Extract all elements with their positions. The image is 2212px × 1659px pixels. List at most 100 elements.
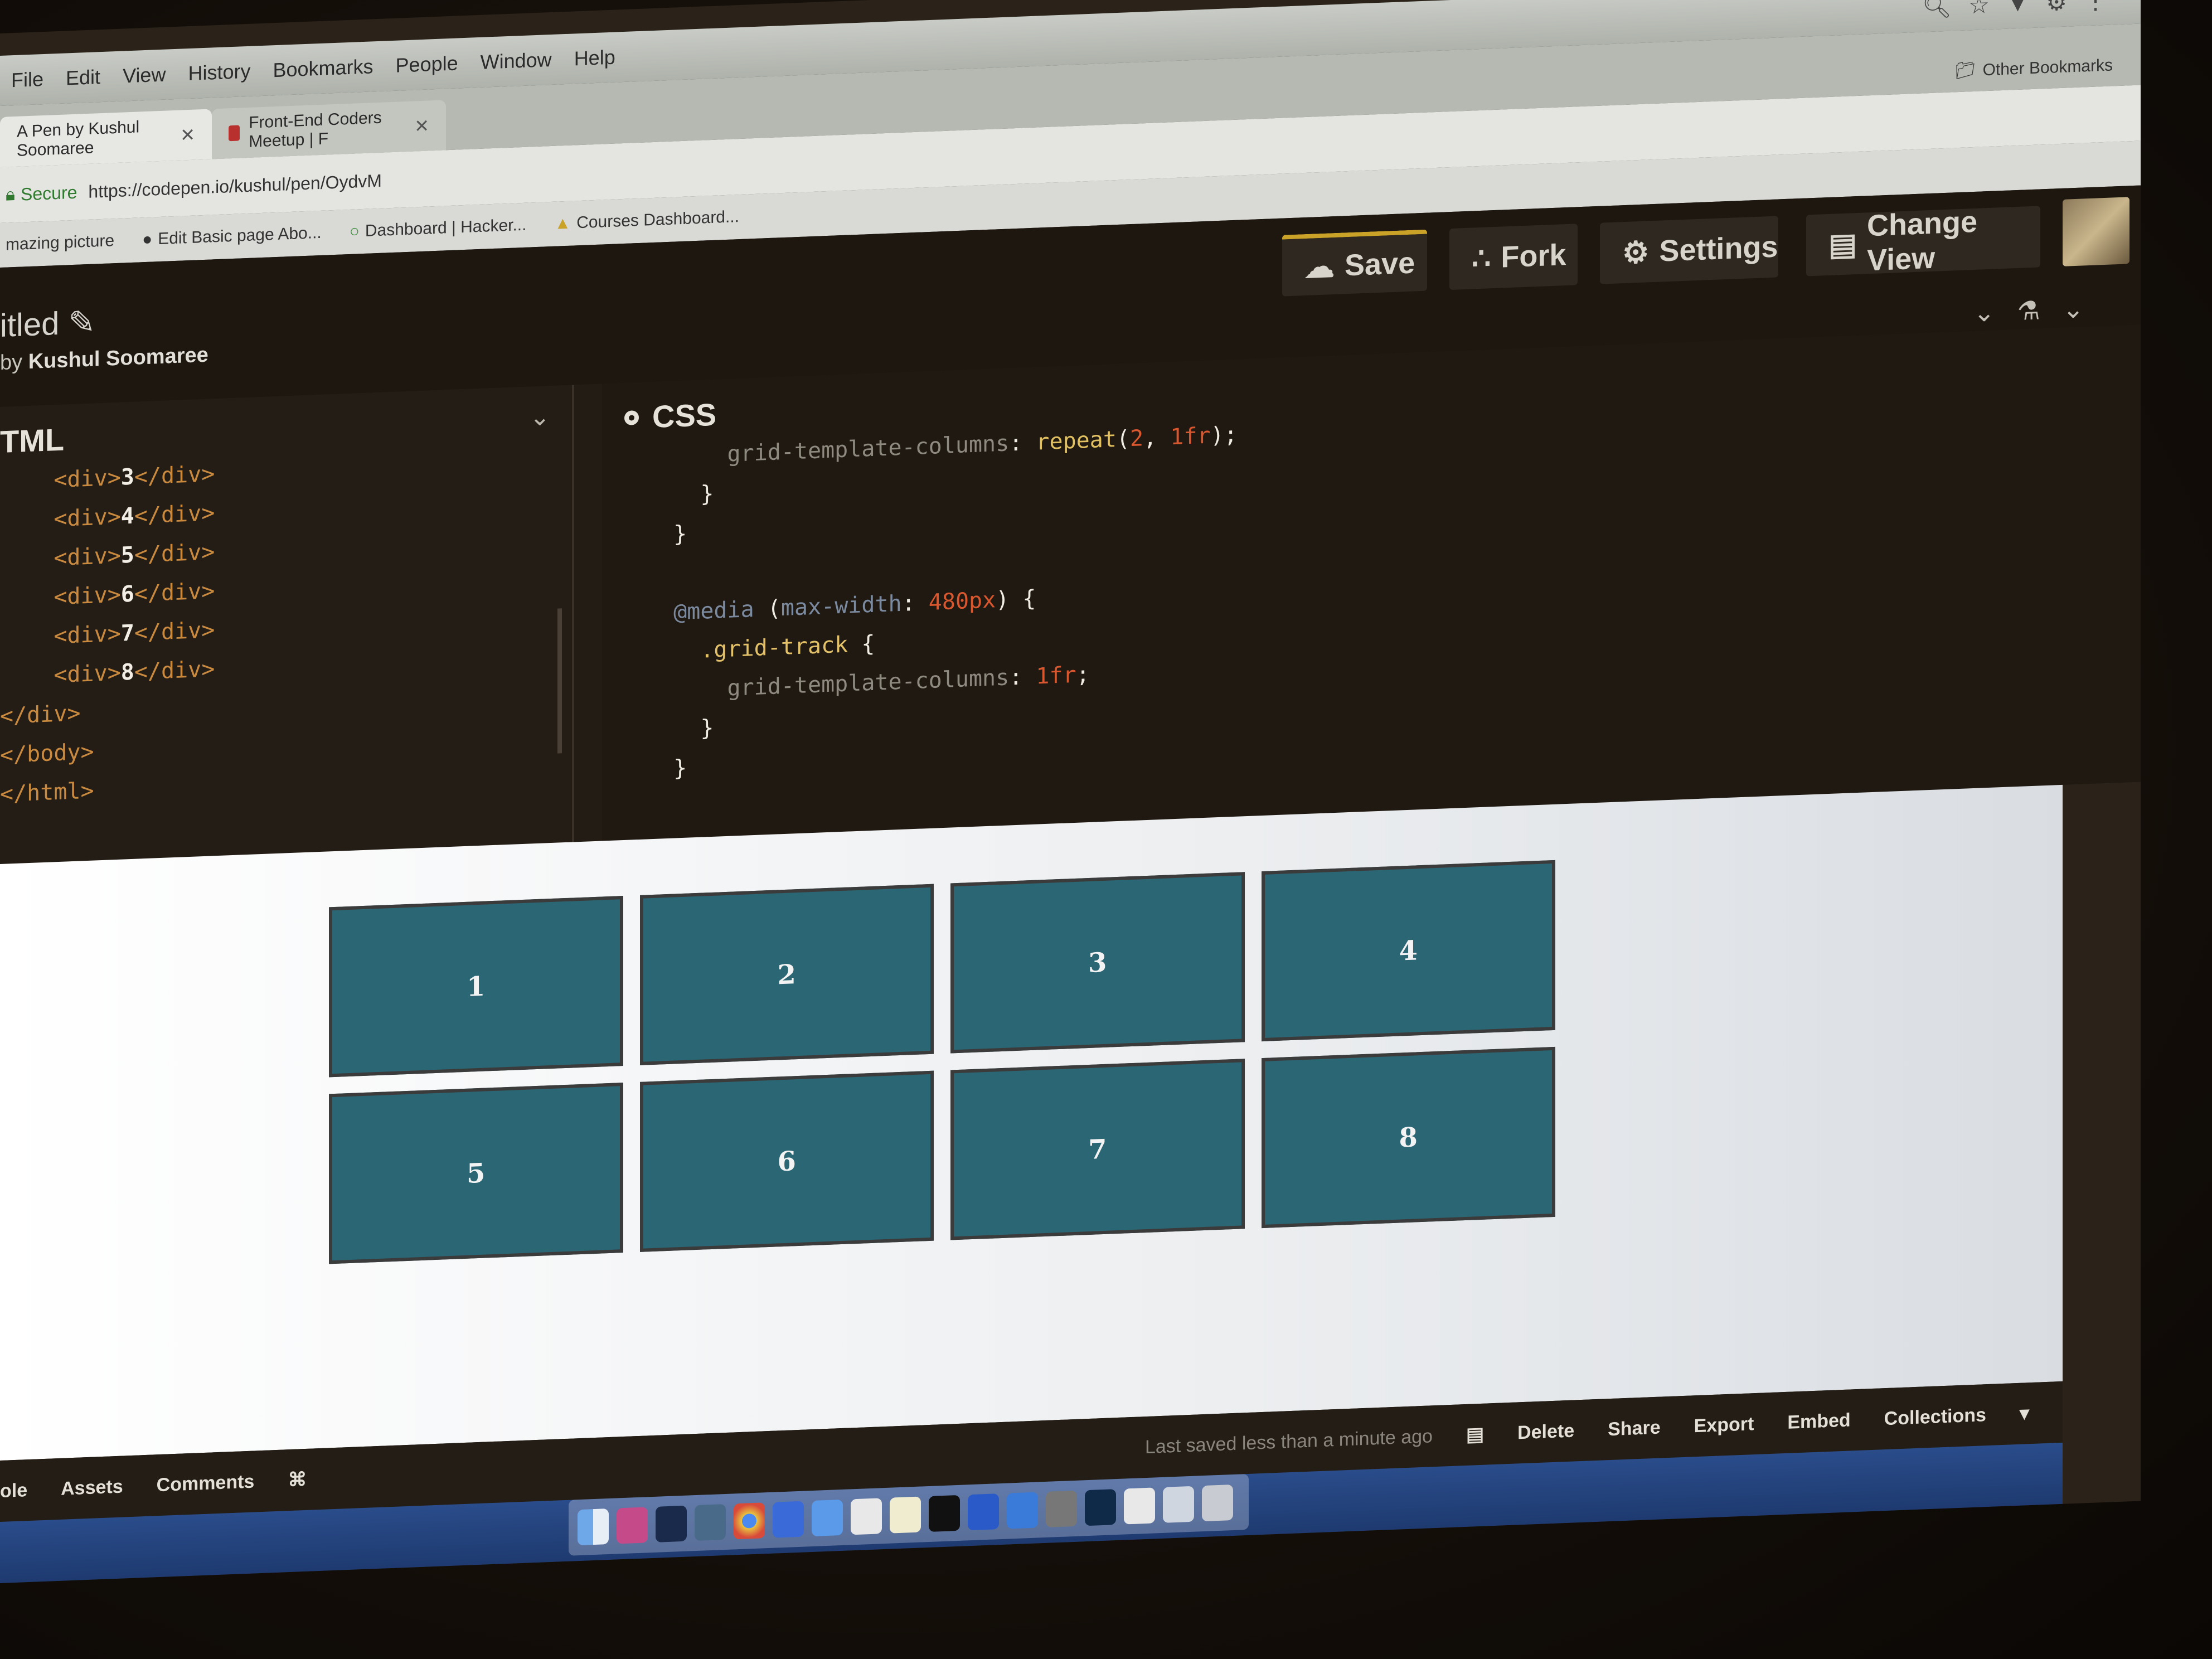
- embed-button[interactable]: Embed: [1787, 1409, 1850, 1433]
- chrome-icon[interactable]: [734, 1502, 765, 1540]
- bookmark-item[interactable]: ● Edit Basic page Abo...: [142, 224, 322, 249]
- css-editor-title: CSS: [624, 396, 716, 436]
- tab-meetup[interactable]: Front-End Coders Meetup | F ✕: [212, 100, 446, 159]
- firefox-icon[interactable]: [773, 1501, 804, 1538]
- secure-indicator[interactable]: 🔒︎ Secure: [6, 182, 77, 206]
- close-icon[interactable]: ✕: [414, 115, 429, 137]
- bookmark-item[interactable]: ▲ Courses Dashboard...: [554, 207, 739, 234]
- edit-pencil-icon[interactable]: ✎: [69, 304, 96, 341]
- menu-edit[interactable]: Edit: [66, 65, 100, 90]
- editor-scrollbar[interactable]: [557, 608, 562, 754]
- settings-dot-icon[interactable]: [624, 410, 639, 425]
- css-editor[interactable]: CSS grid-template-columns: repeat(2, 1fr…: [602, 324, 2141, 841]
- menu-icon[interactable]: ⋮: [2084, 0, 2107, 14]
- secure-label: Secure: [21, 182, 77, 205]
- tab-meetup-label: Front-End Coders Meetup | F: [249, 108, 382, 151]
- trash-icon[interactable]: [1202, 1485, 1233, 1522]
- menu-file[interactable]: File: [11, 67, 43, 92]
- photoshop-icon[interactable]: [656, 1505, 687, 1542]
- folder-icon: 📁︎: [1954, 61, 1976, 81]
- other-bookmarks-label: Other Bookmarks: [1982, 55, 2113, 79]
- save-button[interactable]: ☁ Save: [1282, 229, 1427, 297]
- bookmark-label: mazing picture: [6, 231, 115, 254]
- zoom-icon[interactable]: 🔍︎: [1922, 0, 1952, 21]
- monitor-icon[interactable]: [695, 1503, 726, 1541]
- header-controls: ⌄ ⚗ ⌄: [1973, 293, 2084, 328]
- document-icon[interactable]: [1124, 1487, 1155, 1525]
- cloud-icon: ☁: [1304, 249, 1335, 284]
- layout-icon: ▤: [1828, 227, 1857, 262]
- pen-title[interactable]: itled ✎: [0, 303, 95, 345]
- pen-title-text: itled: [0, 305, 60, 344]
- tab-pen[interactable]: A Pen by Kushul Soomaree ✕: [0, 109, 212, 167]
- bookmark-icon: ●: [142, 230, 153, 249]
- close-icon[interactable]: ✕: [180, 124, 195, 146]
- share-button[interactable]: Share: [1608, 1417, 1661, 1440]
- extension-icon[interactable]: ⚙: [2046, 0, 2067, 16]
- maps-icon[interactable]: [1007, 1492, 1038, 1529]
- calendar-icon[interactable]: ▤: [1466, 1423, 1484, 1446]
- avatar[interactable]: [2063, 197, 2129, 266]
- chevron-down-icon[interactable]: ⌄: [2063, 293, 2084, 324]
- grid-cell: 2: [639, 884, 934, 1065]
- photoshop-app-icon[interactable]: [1085, 1489, 1116, 1526]
- settings-label: Settings: [1659, 230, 1778, 268]
- filter-icon[interactable]: ▼: [2006, 0, 2030, 17]
- console-button[interactable]: ole: [0, 1479, 27, 1502]
- menu-window[interactable]: Window: [481, 48, 552, 74]
- star-icon[interactable]: ☆: [1968, 0, 1990, 19]
- browser-toolbar-icons: 🔍︎ ☆ ▼ ⚙ ⋮: [1922, 0, 2141, 21]
- grid-cell: 7: [950, 1059, 1245, 1240]
- menu-history[interactable]: History: [188, 60, 250, 85]
- url-text[interactable]: https://codepen.io/kushul/pen/OydvM: [88, 170, 382, 202]
- fork-label: Fork: [1501, 238, 1566, 274]
- result-preview[interactable]: 1 2 3 4 5 6 7 8: [0, 784, 2063, 1461]
- pin-icon[interactable]: ⚗: [2017, 295, 2040, 326]
- css-code[interactable]: grid-template-columns: repeat(2, 1fr); }…: [647, 415, 1238, 789]
- export-button[interactable]: Export: [1694, 1413, 1754, 1437]
- grid-cell: 8: [1261, 1046, 1555, 1229]
- downloads-icon[interactable]: [1163, 1486, 1194, 1523]
- bookmark-label: Dashboard | Hacker...: [365, 215, 527, 240]
- finder-icon[interactable]: [578, 1508, 609, 1546]
- browser-icon[interactable]: [968, 1493, 999, 1531]
- settings-button[interactable]: ⚙ Settings: [1600, 216, 1778, 284]
- grid-cell: 4: [1261, 860, 1555, 1042]
- mail-icon[interactable]: [851, 1498, 882, 1535]
- fork-button[interactable]: ∴ Fork: [1449, 224, 1578, 290]
- pen-author: by Kushul Soomaree: [0, 343, 208, 375]
- bookmark-item[interactable]: ○ Dashboard | Hacker...: [350, 216, 527, 241]
- bookmark-icon: ▲: [554, 214, 571, 233]
- terminal-icon[interactable]: [929, 1495, 960, 1532]
- collections-button[interactable]: Collections: [1884, 1404, 1986, 1430]
- shortcuts-icon[interactable]: ⌘: [288, 1468, 307, 1491]
- menu-people[interactable]: People: [396, 51, 458, 77]
- notes-icon[interactable]: [890, 1496, 921, 1534]
- chevron-down-icon[interactable]: ▾: [2020, 1402, 2029, 1425]
- comments-button[interactable]: Comments: [157, 1471, 255, 1496]
- author-name[interactable]: Kushul Soomaree: [28, 343, 208, 373]
- photo-background: File Edit View History Bookmarks People …: [0, 0, 2212, 1659]
- other-bookmarks[interactable]: 📁︎ Other Bookmarks: [1954, 55, 2113, 81]
- safari-icon[interactable]: [812, 1499, 843, 1537]
- system-icon[interactable]: [1046, 1490, 1077, 1527]
- delete-button[interactable]: Delete: [1517, 1420, 1574, 1444]
- code-line: </html>: [0, 778, 94, 807]
- bookmark-item[interactable]: mazing picture: [6, 231, 114, 254]
- html-code[interactable]: <div>3</div> <div>4</div> <div>5</div> <…: [0, 454, 215, 814]
- change-view-button[interactable]: ▤ Change View: [1806, 205, 2040, 278]
- chevron-down-icon[interactable]: ⌄: [1973, 297, 1995, 328]
- app-icon[interactable]: [617, 1507, 648, 1544]
- bookmark-label: Edit Basic page Abo...: [158, 223, 322, 249]
- chevron-down-icon[interactable]: ⌄: [530, 402, 550, 431]
- menu-view[interactable]: View: [123, 63, 166, 88]
- menu-help[interactable]: Help: [574, 46, 615, 71]
- grid-cell: 6: [639, 1070, 934, 1252]
- save-label: Save: [1345, 246, 1415, 283]
- change-view-label: Change View: [1867, 205, 1978, 278]
- menu-bookmarks[interactable]: Bookmarks: [273, 55, 373, 82]
- html-editor[interactable]: TML ⌄ <div>3</div> <div>4</div> <div>5</…: [0, 385, 574, 864]
- assets-button[interactable]: Assets: [61, 1476, 123, 1500]
- meetup-favicon-icon: [229, 125, 240, 142]
- author-prefix: by: [0, 350, 23, 375]
